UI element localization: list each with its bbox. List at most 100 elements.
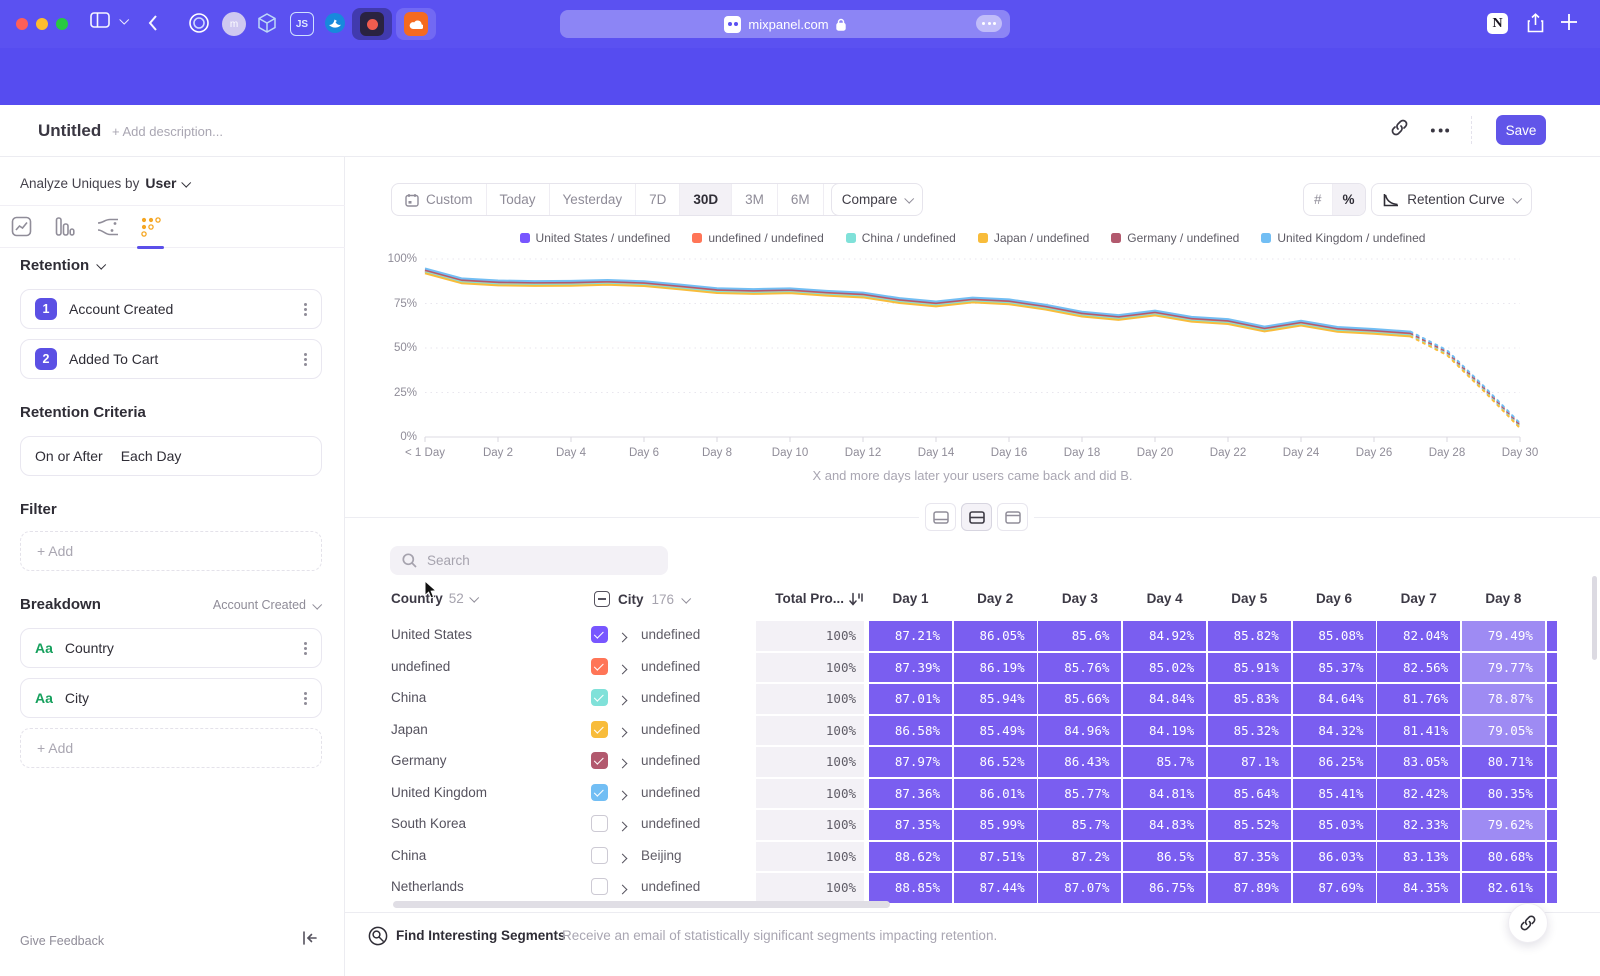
cell-retention-value[interactable]: 85.6% — [1038, 621, 1121, 651]
table-row[interactable]: South Koreaundefined100%87.35%85.99%85.7… — [391, 810, 1600, 840]
cell-retention-value[interactable]: 82.42% — [1377, 779, 1460, 809]
legend-item[interactable]: United States / undefined — [520, 231, 671, 245]
cell-retention-value[interactable]: 84.32% — [1293, 716, 1376, 746]
cell-retention-value[interactable]: 86.03% — [1293, 842, 1376, 872]
legend-item[interactable]: China / undefined — [846, 231, 956, 245]
step-event-name[interactable]: Account Created — [69, 301, 292, 317]
find-segments-title[interactable]: Find Interesting Segments — [396, 928, 566, 943]
browser-sidebar-icon[interactable] — [90, 12, 110, 28]
cell-retention-value[interactable]: 85.77% — [1038, 779, 1121, 809]
cell-retention-value[interactable]: 87.51% — [954, 842, 1037, 872]
percent-mode-toggle[interactable]: % — [1333, 184, 1365, 215]
compare-button[interactable]: Compare — [831, 183, 923, 216]
breakdown-property-name[interactable]: City — [65, 690, 292, 706]
breakdown-options-icon[interactable] — [304, 697, 307, 700]
floating-link-button[interactable] — [1508, 903, 1548, 943]
expand-row-icon[interactable] — [619, 723, 626, 741]
column-day[interactable]: Day 1 — [869, 591, 952, 606]
cell-retention-value[interactable]: 80.68% — [1462, 842, 1545, 872]
cell-retention-value[interactable]: 86.5% — [1123, 842, 1206, 872]
range-7d[interactable]: 7D — [636, 184, 680, 215]
absolute-mode-toggle[interactable]: # — [1304, 184, 1333, 215]
favicon-js-icon[interactable]: JS — [290, 12, 314, 36]
maximize-window-button[interactable] — [56, 18, 68, 30]
cell-retention-value[interactable]: 88.85% — [869, 873, 952, 903]
table-row[interactable]: undefinedundefined100%87.39%86.19%85.76%… — [391, 653, 1600, 683]
analyze-entity-select[interactable]: User — [145, 175, 176, 191]
vertical-scrollbar[interactable] — [1592, 576, 1597, 660]
expand-row-icon[interactable] — [619, 880, 626, 898]
new-tab-icon[interactable] — [1560, 13, 1578, 31]
expand-row-icon[interactable] — [619, 754, 626, 772]
cell-retention-value[interactable]: 83.13% — [1377, 842, 1460, 872]
table-row[interactable]: Chinaundefined100%87.01%85.94%85.66%84.8… — [391, 684, 1600, 714]
cell-retention-value[interactable]: 85.08% — [1293, 621, 1376, 651]
cell-retention-value[interactable]: 82.61% — [1462, 873, 1545, 903]
tab-flows[interactable] — [86, 206, 129, 247]
column-city[interactable]: City176 — [594, 591, 689, 607]
expand-row-icon[interactable] — [619, 691, 626, 709]
row-checkbox[interactable] — [591, 626, 608, 643]
cell-retention-value[interactable]: 85.83% — [1208, 684, 1291, 714]
range-yesterday[interactable]: Yesterday — [550, 184, 637, 215]
horizontal-scrollbar[interactable] — [393, 901, 890, 908]
cell-retention-value[interactable]: 87.36% — [869, 779, 952, 809]
range-today[interactable]: Today — [487, 184, 550, 215]
cell-retention-value[interactable]: 88.62% — [869, 842, 952, 872]
layout-expanded-button[interactable] — [997, 503, 1028, 531]
cell-retention-value[interactable]: 85.64% — [1208, 779, 1291, 809]
expand-row-icon[interactable] — [619, 660, 626, 678]
copy-link-icon[interactable] — [1390, 118, 1409, 142]
cell-retention-value[interactable]: 86.58% — [869, 716, 952, 746]
cell-retention-value[interactable]: 79.05% — [1462, 716, 1545, 746]
table-search-input[interactable]: Search — [390, 546, 668, 575]
tab-retention[interactable] — [129, 206, 172, 247]
cell-retention-value[interactable]: 87.21% — [869, 621, 952, 651]
cell-retention-value[interactable]: 87.35% — [1208, 842, 1291, 872]
notion-extension-icon[interactable]: N — [1487, 13, 1508, 34]
close-window-button[interactable] — [16, 18, 28, 30]
cell-retention-value[interactable]: 86.43% — [1038, 747, 1121, 777]
column-day[interactable]: Day 8 — [1462, 591, 1545, 606]
cell-retention-value[interactable]: 87.97% — [869, 747, 952, 777]
page-settings-icon[interactable] — [976, 15, 1002, 32]
table-row[interactable]: Germanyundefined100%87.97%86.52%86.43%85… — [391, 747, 1600, 777]
step-options-icon[interactable] — [304, 308, 307, 311]
breakdown-options-icon[interactable] — [304, 647, 307, 650]
row-checkbox[interactable] — [591, 784, 608, 801]
cell-retention-value[interactable]: 85.03% — [1293, 810, 1376, 840]
report-description-placeholder[interactable]: + Add description... — [112, 124, 223, 139]
cell-retention-value[interactable]: 84.83% — [1123, 810, 1206, 840]
cell-retention-value[interactable]: 85.91% — [1208, 653, 1291, 683]
expand-row-icon[interactable] — [619, 849, 626, 867]
more-options-icon[interactable] — [1433, 129, 1447, 132]
retention-criteria-card[interactable]: On or After Each Day — [20, 436, 322, 476]
cell-retention-value[interactable]: 86.75% — [1123, 873, 1206, 903]
cell-retention-value[interactable]: 87.01% — [869, 684, 952, 714]
cell-retention-value[interactable]: 87.44% — [954, 873, 1037, 903]
cell-retention-value[interactable]: 84.96% — [1038, 716, 1121, 746]
cell-retention-value[interactable]: 87.69% — [1293, 873, 1376, 903]
cell-retention-value[interactable]: 87.89% — [1208, 873, 1291, 903]
column-day[interactable]: Day 3 — [1038, 591, 1121, 606]
save-button[interactable]: Save — [1496, 115, 1546, 145]
column-day[interactable]: Day 4 — [1123, 591, 1206, 606]
column-day[interactable]: Day 7 — [1377, 591, 1460, 606]
cell-retention-value[interactable]: 82.04% — [1377, 621, 1460, 651]
cell-retention-value[interactable]: 80.71% — [1462, 747, 1545, 777]
add-filter-button[interactable]: + Add — [20, 531, 322, 571]
cell-retention-value[interactable]: 85.99% — [954, 810, 1037, 840]
legend-item[interactable]: Germany / undefined — [1111, 231, 1239, 245]
retention-chart[interactable] — [425, 259, 1520, 437]
chart-type-select[interactable]: Retention Curve — [1371, 183, 1532, 216]
cell-retention-value[interactable]: 85.7% — [1038, 810, 1121, 840]
cell-retention-value[interactable]: 85.82% — [1208, 621, 1291, 651]
row-checkbox[interactable] — [591, 752, 608, 769]
breakdown-event-select[interactable]: Account Created — [213, 598, 320, 612]
cell-retention-value[interactable]: 86.52% — [954, 747, 1037, 777]
cell-retention-value[interactable]: 78.87% — [1462, 684, 1545, 714]
tab-overview-chevron-icon[interactable] — [120, 17, 127, 24]
cell-retention-value[interactable]: 80.35% — [1462, 779, 1545, 809]
report-title[interactable]: Untitled — [38, 121, 101, 141]
cell-retention-value[interactable]: 85.7% — [1123, 747, 1206, 777]
